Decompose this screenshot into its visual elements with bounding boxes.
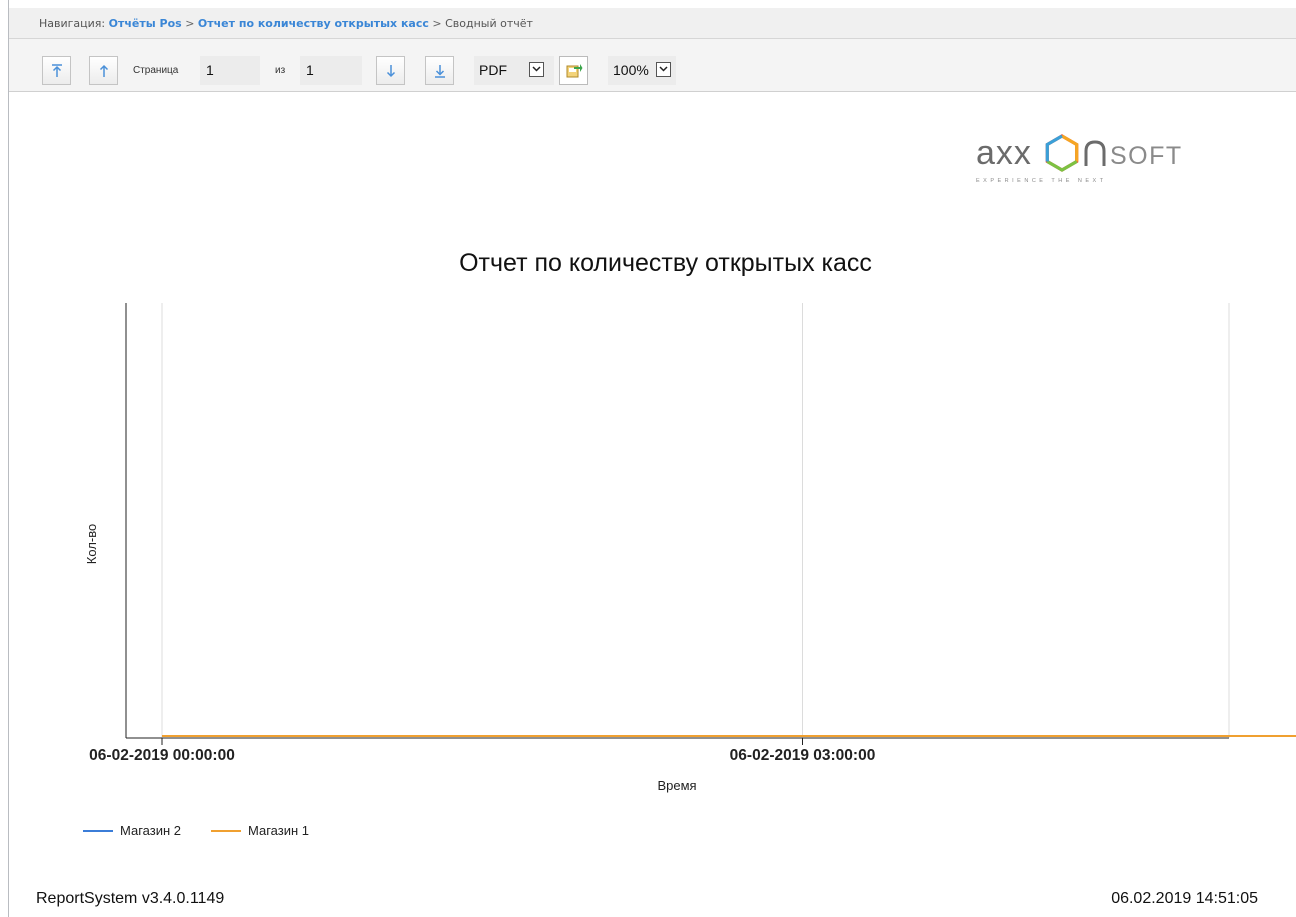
legend-swatch (83, 829, 113, 832)
report-system-version: ReportSystem v3.4.0.1149 (36, 890, 225, 907)
legend-swatch (211, 829, 241, 832)
x-tick-label: 06-02-2019 00:00:00 (89, 747, 235, 764)
report-timestamp: 06.02.2019 14:51:05 (1111, 890, 1258, 907)
report-viewer: Навигация: Отчёты Pos > Отчет по количес… (0, 0, 1296, 917)
legend-label: Магазин 1 (248, 823, 309, 838)
y-axis-label: Кол-во (84, 524, 99, 564)
open-registers-chart: 06-02-2019 00:00:0006-02-2019 03:00:0006… (84, 303, 1296, 793)
legend-item: Магазин 1 (211, 823, 309, 838)
x-axis-label: Время (657, 778, 696, 793)
legend-item: Магазин 2 (83, 823, 181, 838)
legend-label: Магазин 2 (120, 823, 181, 838)
x-tick-label: 06-02-2019 03:00:00 (730, 747, 876, 764)
